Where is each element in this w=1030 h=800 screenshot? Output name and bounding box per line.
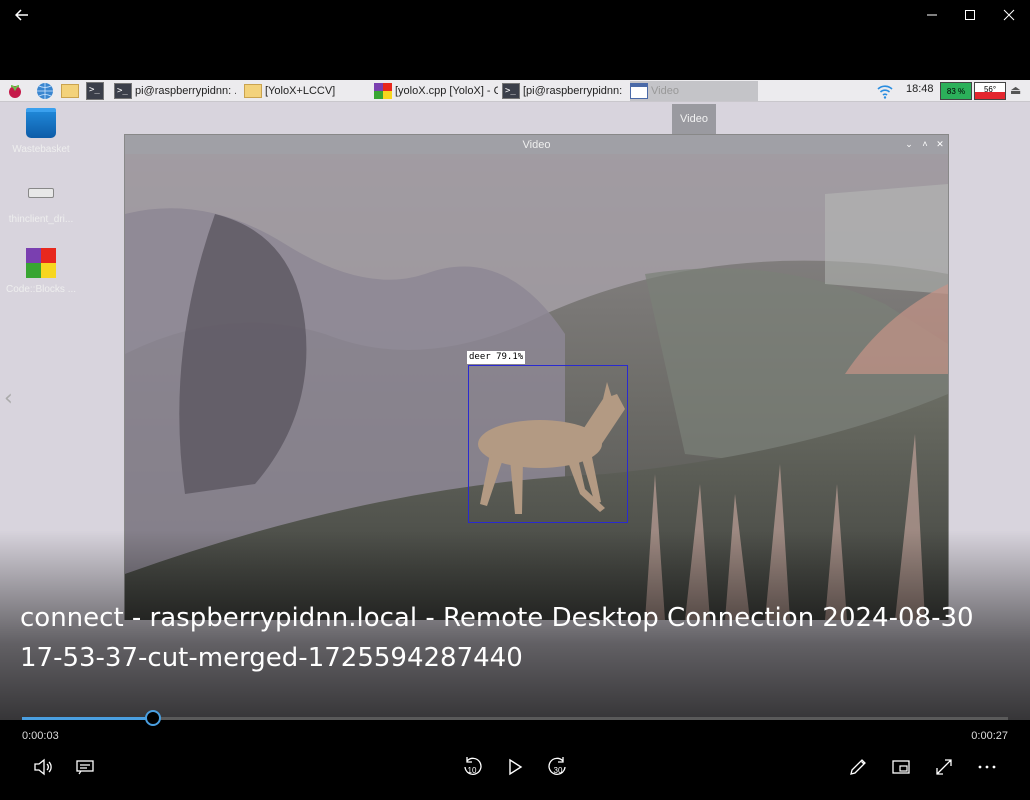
more-options-button[interactable] <box>974 754 1000 780</box>
seek-bar-progress <box>22 717 154 720</box>
taskbar-app-label: [yoloX.cpp [YoloX] - C... <box>395 85 498 97</box>
terminal-launcher-icon[interactable]: >_ <box>86 82 104 100</box>
taskbar-app-terminal-2[interactable]: >_ [pi@raspberrypidnn: ... <box>502 81 626 101</box>
raspberry-menu-icon[interactable] <box>6 82 24 100</box>
desktop-icon-codeblocks[interactable]: Code::Blocks ... <box>6 248 76 295</box>
chevron-left-icon[interactable]: ‹ <box>4 386 13 411</box>
taskbar-app-folder[interactable]: [YoloX+LCCV] <box>244 81 368 101</box>
taskbar-app-codeblocks[interactable]: [yoloX.cpp [YoloX] - C... <box>374 81 498 101</box>
terminal-icon: >_ <box>502 83 520 99</box>
more-icon <box>978 765 996 769</box>
file-manager-icon[interactable] <box>61 84 79 98</box>
temperature-monitor: 56° <box>974 82 1006 100</box>
player-controls: 0:00:03 0:00:27 10 30 <box>0 710 1030 800</box>
taskbar-app-video[interactable]: Video <box>630 81 758 101</box>
taskbar-app-terminal-1[interactable]: >_ pi@raspberrypidnn: ... <box>114 81 236 101</box>
terminal-icon: >_ <box>114 83 132 99</box>
close-icon[interactable]: ✕ <box>934 138 946 150</box>
expand-icon <box>936 759 952 775</box>
maximize-button[interactable] <box>955 4 985 26</box>
skip-forward-seconds: 30 <box>553 766 563 775</box>
video-window-title: Video <box>522 138 551 151</box>
taskbar-app-label: [YoloX+LCCV] <box>265 85 336 97</box>
detection-bounding-box <box>468 365 628 523</box>
volume-icon <box>34 758 52 776</box>
desktop-icon-label: Code::Blocks ... <box>6 284 76 295</box>
play-icon <box>509 758 523 776</box>
window-icon <box>630 83 648 99</box>
seek-thumb[interactable] <box>145 710 162 726</box>
skip-back-button[interactable]: 10 <box>459 754 485 780</box>
subtitles-icon <box>76 760 94 775</box>
detection-label: deer 79.1% <box>467 351 526 364</box>
chevron-down-icon[interactable]: ⌄ <box>903 138 915 150</box>
skip-forward-button[interactable]: 30 <box>545 754 571 780</box>
codeblocks-icon <box>374 83 392 99</box>
taskbar-app-label: [pi@raspberrypidnn: ... <box>523 85 626 97</box>
desktop-icon-wastebasket[interactable]: Wastebasket <box>6 108 76 155</box>
taskbar-app-label: Video <box>651 85 679 97</box>
fullscreen-button[interactable] <box>931 754 957 780</box>
codeblocks-icon <box>26 248 56 278</box>
desktop-icon-label: Wastebasket <box>12 144 70 155</box>
back-button[interactable] <box>10 4 34 26</box>
trash-icon <box>26 108 56 138</box>
eject-icon[interactable]: ⏏ <box>1010 83 1021 97</box>
arrow-left-icon <box>15 9 28 21</box>
video-caption: connect - raspberrypidnn.local - Remote … <box>20 603 974 673</box>
close-icon <box>1003 9 1015 21</box>
taskbar-clock[interactable]: 18:48 <box>906 83 934 95</box>
desktop-icon-drive[interactable]: thinclient_dri... <box>6 178 76 225</box>
taskbar-app-label: pi@raspberrypidnn: ... <box>135 85 236 97</box>
taskbar-tooltip: Video <box>672 104 716 134</box>
temp-value: 56° <box>983 85 997 94</box>
cpu-monitor: 83 % <box>940 82 972 100</box>
edit-button[interactable] <box>845 754 871 780</box>
seek-bar[interactable] <box>22 710 1008 726</box>
desktop-icon-label: thinclient_dri... <box>8 214 74 225</box>
subtitles-button[interactable] <box>72 754 98 780</box>
video-window-titlebar[interactable]: Video ⌄ ˄ ✕ <box>125 135 948 154</box>
pi-taskbar: >_ >_ pi@raspberrypidnn: ... [YoloX+LCCV… <box>0 80 1030 102</box>
skip-back-seconds: 10 <box>467 766 477 775</box>
browser-globe-icon[interactable] <box>36 82 54 100</box>
total-time: 0:00:27 <box>971 730 1008 742</box>
folder-icon <box>244 84 262 98</box>
maximize-icon <box>965 10 975 20</box>
chevron-up-icon[interactable]: ˄ <box>919 138 931 150</box>
play-button[interactable] <box>502 754 528 780</box>
minimize-button[interactable] <box>917 4 947 26</box>
player-titlebar <box>0 0 1030 30</box>
mini-view-button[interactable] <box>888 754 914 780</box>
cpu-value: 83 % <box>946 86 966 96</box>
drive-icon <box>26 178 56 208</box>
wifi-icon[interactable] <box>876 82 894 100</box>
pencil-icon <box>850 759 866 775</box>
minimize-icon <box>927 14 937 16</box>
close-button[interactable] <box>994 4 1024 26</box>
volume-button[interactable] <box>30 754 56 780</box>
current-time: 0:00:03 <box>22 730 59 742</box>
mini-view-icon <box>892 760 910 774</box>
